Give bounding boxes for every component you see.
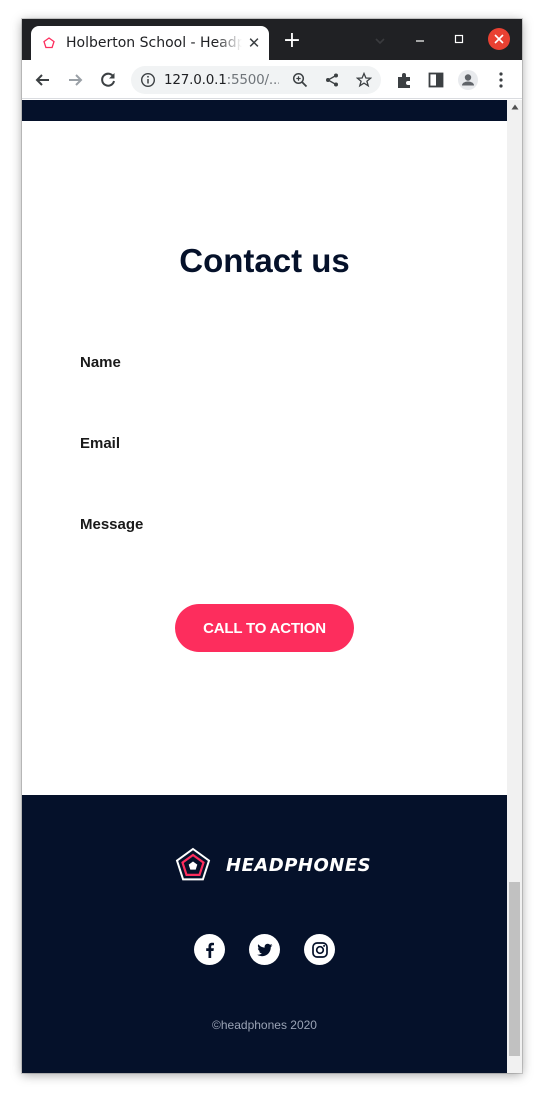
previous-section-band: [22, 100, 507, 121]
email-label: Email: [80, 435, 121, 452]
zoom-icon[interactable]: [292, 72, 308, 88]
window-close-icon[interactable]: [488, 28, 510, 50]
vertical-scrollbar[interactable]: [507, 100, 522, 1073]
scrollbar-thumb[interactable]: [509, 882, 520, 1056]
minimize-icon[interactable]: [413, 32, 427, 46]
tab-title: Holberton School - Headphones: [66, 35, 242, 51]
scroll-up-arrow-icon[interactable]: [507, 100, 522, 114]
close-icon[interactable]: ✕: [245, 34, 263, 52]
instagram-icon[interactable]: [304, 934, 335, 965]
tab-search-icon[interactable]: [372, 33, 388, 49]
page-viewport: Contact us Name Email Message CALL TO AC…: [22, 100, 507, 1073]
footer: HEADPHONES ©headphones 2020: [22, 795, 507, 1073]
back-arrow-icon[interactable]: [32, 69, 54, 91]
call-to-action-button[interactable]: CALL TO ACTION: [175, 604, 354, 652]
brand-name: HEADPHONES: [226, 855, 372, 876]
headphones-logo-icon[interactable]: [175, 847, 211, 883]
url-rest: :5500/...: [226, 72, 279, 88]
profile-icon[interactable]: [457, 69, 479, 91]
browser-tab[interactable]: Holberton School - Headphones ✕: [31, 26, 269, 60]
reload-icon[interactable]: [97, 69, 119, 91]
contact-title: Contact us: [179, 242, 350, 279]
extensions-icon[interactable]: [393, 69, 415, 91]
sidebar-icon[interactable]: [425, 69, 447, 91]
message-label: Message: [80, 516, 144, 533]
star-icon[interactable]: [356, 72, 372, 88]
share-icon[interactable]: [324, 72, 340, 88]
name-label: Name: [80, 354, 121, 371]
favicon-pentagon-icon: [43, 37, 55, 49]
url-host: 127.0.0.1: [164, 72, 227, 88]
plus-icon[interactable]: +: [281, 30, 303, 52]
browser-toolbar: 127.0.0.1:5500/...: [22, 60, 522, 99]
info-icon[interactable]: [140, 72, 156, 88]
twitter-icon[interactable]: [249, 934, 280, 965]
facebook-icon[interactable]: [194, 934, 225, 965]
maximize-icon[interactable]: [452, 32, 466, 46]
copyright-text: ©headphones 2020: [212, 1018, 317, 1032]
forward-arrow-icon[interactable]: [64, 69, 86, 91]
tab-strip: Holberton School - Headphones ✕ +: [22, 19, 522, 60]
address-bar[interactable]: 127.0.0.1:5500/...: [131, 66, 381, 94]
browser-window: Holberton School - Headphones ✕ +: [22, 19, 522, 1073]
url-text[interactable]: 127.0.0.1:5500/...: [164, 72, 279, 89]
kebab-menu-icon[interactable]: [490, 69, 512, 91]
